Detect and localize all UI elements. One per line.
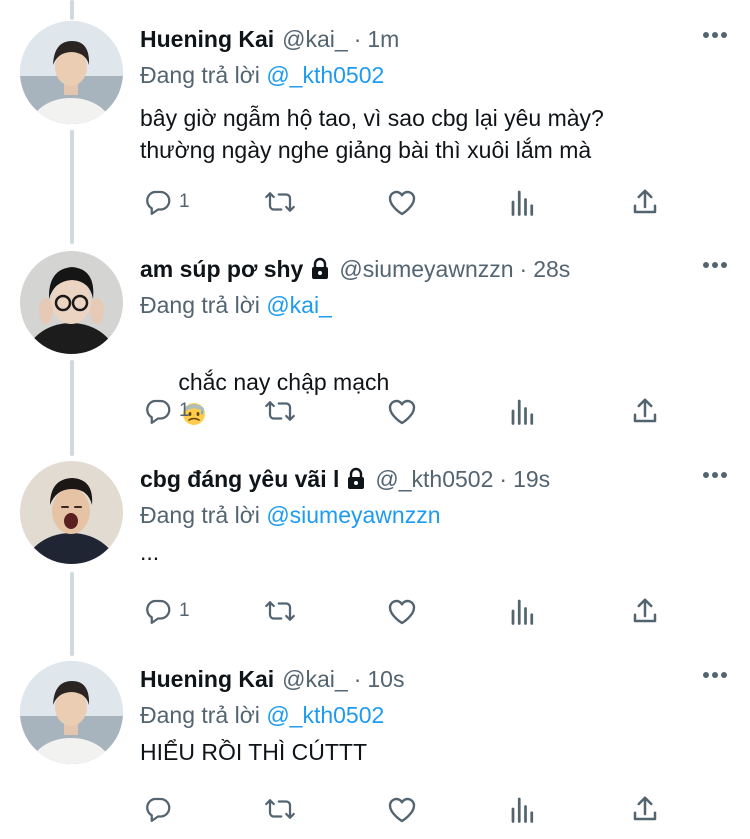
reply-prefix: Đang trả lời — [140, 62, 260, 88]
separator-dot: · — [353, 665, 362, 692]
timestamp[interactable]: 28s — [533, 256, 570, 283]
retweet-icon — [265, 799, 295, 819]
more-icon[interactable] — [702, 260, 728, 270]
more-icon[interactable] — [702, 470, 728, 480]
lock-icon — [348, 467, 365, 489]
reply-count: 1 — [179, 600, 190, 621]
timestamp[interactable]: 1m — [367, 26, 399, 53]
reply-icon — [146, 399, 171, 424]
timestamp[interactable]: 10s — [367, 666, 404, 693]
reply-count: 1 — [179, 400, 190, 421]
like-button[interactable] — [386, 182, 418, 222]
tweet-text: bây giờ ngẫm hộ tao, vì sao cbg lại yêu … — [140, 105, 604, 163]
reply-prefix: Đang trả lời — [140, 292, 260, 318]
reply-to-handle[interactable]: @siumeyawnzzn — [266, 502, 440, 528]
share-button[interactable] — [630, 789, 660, 829]
retweet-button[interactable] — [263, 789, 297, 829]
replying-to: Đang trả lời @_kth0502 — [140, 58, 730, 92]
tweet-actions: 1 — [140, 182, 680, 222]
replying-to: Đang trả lời @_kth0502 — [140, 698, 730, 732]
user-handle[interactable]: @kai_ — [282, 26, 348, 53]
tweet[interactable]: Huening Kai @kai_ · 10s Đang trả lời @_k… — [0, 650, 750, 839]
like-icon — [388, 599, 416, 625]
tweet-header: cbg đáng yêu vãi l @_kth0502 · 19s — [140, 462, 730, 496]
reply-to-handle[interactable]: @kai_ — [266, 292, 332, 318]
views-button[interactable] — [509, 391, 537, 431]
views-icon — [511, 797, 534, 823]
separator-dot: · — [499, 465, 508, 492]
user-handle[interactable]: @kai_ — [282, 666, 348, 693]
tweet-header: Huening Kai @kai_ · 1m — [140, 22, 730, 56]
avatar[interactable] — [20, 251, 123, 354]
share-icon — [633, 598, 657, 623]
more-icon[interactable] — [702, 670, 728, 680]
tweet-text: ... — [140, 539, 160, 565]
like-button[interactable] — [386, 789, 418, 829]
reply-button[interactable]: 1 — [143, 391, 190, 431]
share-icon — [633, 398, 657, 423]
reply-to-handle[interactable]: @_kth0502 — [266, 62, 384, 88]
reply-prefix: Đang trả lời — [140, 702, 260, 728]
display-name[interactable]: Huening Kai — [140, 26, 274, 53]
like-icon — [388, 399, 416, 425]
avatar[interactable] — [20, 461, 123, 564]
replying-to: Đang trả lời @kai_ — [140, 288, 730, 322]
reply-prefix: Đang trả lời — [140, 502, 260, 528]
views-button[interactable] — [509, 789, 537, 829]
display-name[interactable]: Huening Kai — [140, 666, 274, 693]
separator-dot: · — [353, 25, 362, 52]
tweet[interactable]: am súp pơ shy @siumeyawnzzn · 28s Đang t… — [0, 230, 750, 440]
share-icon — [633, 796, 657, 821]
user-handle[interactable]: @siumeyawnzzn — [339, 256, 513, 283]
views-icon — [511, 190, 534, 216]
reply-to-handle[interactable]: @_kth0502 — [266, 702, 384, 728]
reply-button[interactable]: 1 — [143, 182, 190, 222]
tweet-actions: 1 — [140, 591, 680, 631]
avatar[interactable] — [20, 661, 123, 764]
reply-icon — [146, 797, 171, 822]
avatar[interactable] — [20, 21, 123, 124]
retweet-icon — [265, 192, 295, 212]
display-name[interactable]: am súp pơ shy — [140, 256, 303, 283]
like-button[interactable] — [386, 391, 418, 431]
tweet-actions — [140, 789, 680, 829]
reply-icon — [146, 599, 171, 624]
tweet-text: HIỂU RỒI THÌ CÚTTT — [140, 739, 368, 765]
reply-button[interactable] — [143, 789, 179, 829]
tweet-header: Huening Kai @kai_ · 10s — [140, 662, 730, 696]
tweet-actions: 1 — [140, 391, 680, 431]
display-name[interactable]: cbg đáng yêu vãi l — [140, 466, 339, 493]
separator-dot: · — [519, 255, 528, 282]
retweet-button[interactable] — [263, 182, 297, 222]
timestamp[interactable]: 19s — [513, 466, 550, 493]
replying-to: Đang trả lời @siumeyawnzzn — [140, 498, 730, 532]
share-button[interactable] — [630, 391, 660, 431]
share-button[interactable] — [630, 591, 660, 631]
reply-icon — [146, 190, 171, 215]
share-icon — [633, 189, 657, 214]
tweet-header: am súp pơ shy @siumeyawnzzn · 28s — [140, 252, 730, 286]
views-button[interactable] — [509, 182, 537, 222]
lock-icon — [312, 257, 329, 279]
more-icon[interactable] — [702, 30, 728, 40]
retweet-button[interactable] — [263, 591, 297, 631]
views-icon — [511, 399, 534, 425]
user-handle[interactable]: @_kth0502 — [375, 466, 493, 493]
share-button[interactable] — [630, 182, 660, 222]
reply-button[interactable]: 1 — [143, 591, 190, 631]
tweet[interactable]: Huening Kai @kai_ · 1m Đang trả lời @_kt… — [0, 0, 750, 230]
retweet-button[interactable] — [263, 391, 297, 431]
reply-count: 1 — [179, 191, 190, 212]
retweet-icon — [265, 601, 295, 621]
retweet-icon — [265, 401, 295, 421]
like-icon — [388, 190, 416, 216]
like-icon — [388, 797, 416, 823]
views-icon — [511, 599, 534, 625]
like-button[interactable] — [386, 591, 418, 631]
views-button[interactable] — [509, 591, 537, 631]
tweet[interactable]: cbg đáng yêu vãi l @_kth0502 · 19s Đang … — [0, 440, 750, 650]
